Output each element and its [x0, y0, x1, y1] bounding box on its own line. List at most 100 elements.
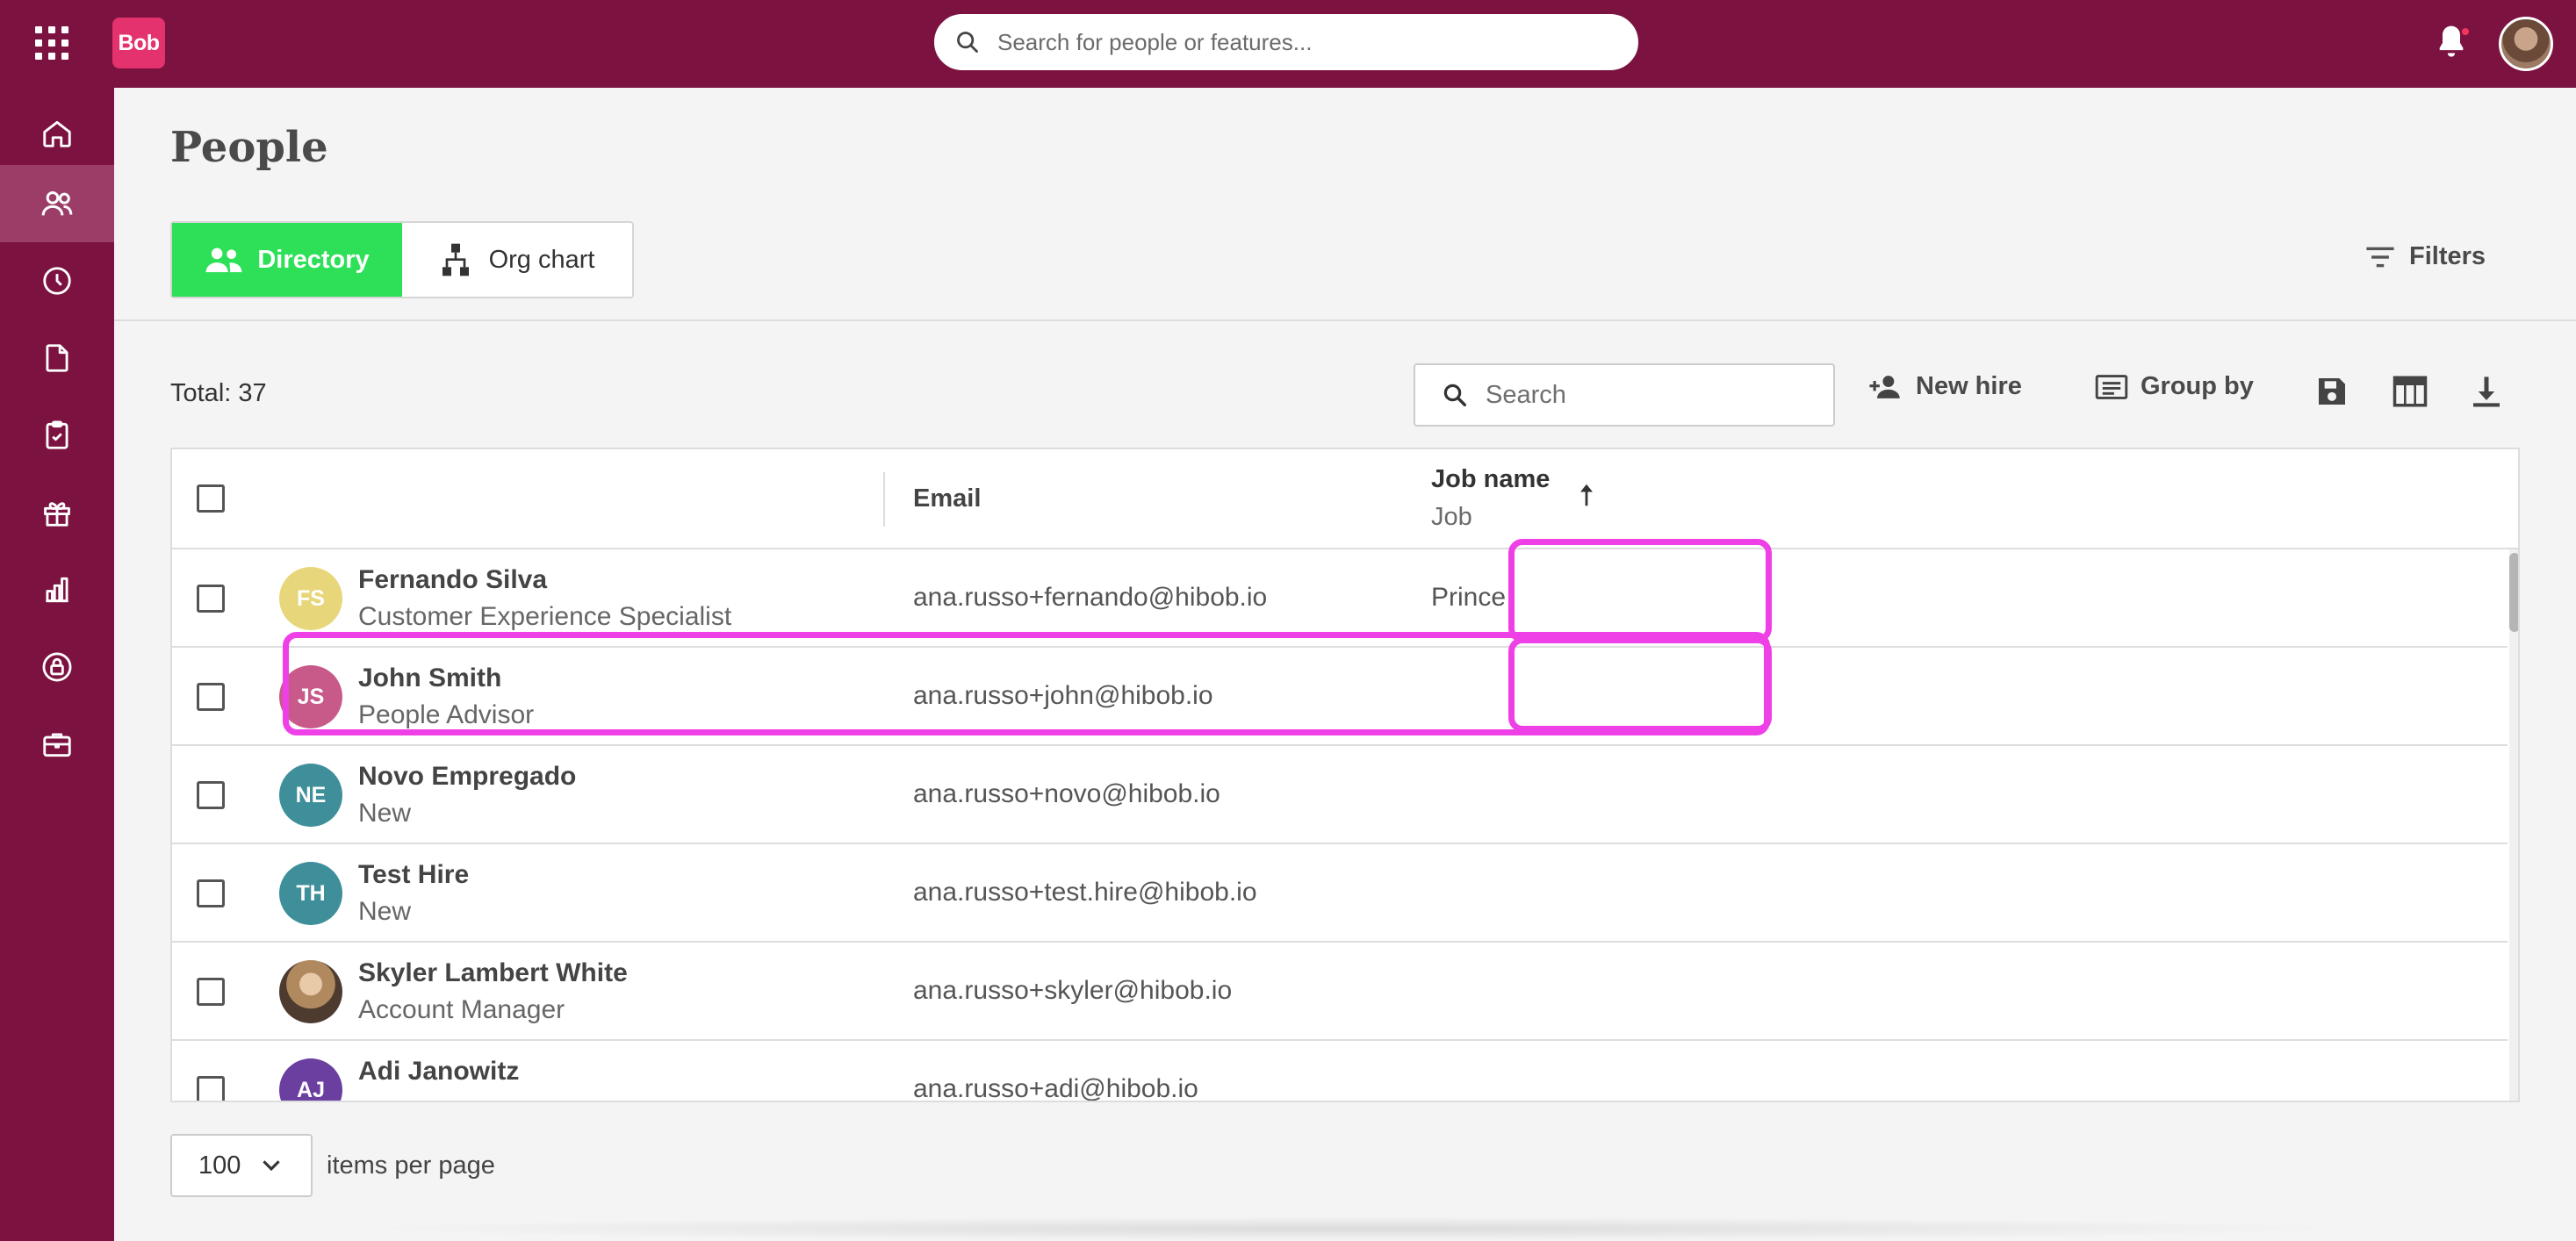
column-separator[interactable]	[883, 472, 885, 527]
total-count: Total: 37	[170, 379, 267, 407]
sidebar-item-home[interactable]	[0, 95, 114, 172]
employee-name[interactable]: Test Hire	[358, 860, 469, 890]
directory-label: Directory	[257, 245, 370, 274]
employee-name[interactable]: Adi Janowitz	[358, 1057, 519, 1087]
table-scrollbar[interactable]	[2509, 549, 2518, 1101]
row-checkbox[interactable]	[197, 978, 225, 1006]
section-divider	[114, 319, 2576, 321]
employee-email: ana.russo+john@hibob.io	[913, 681, 1213, 710]
download-icon	[2473, 377, 2500, 407]
notification-dot	[2460, 26, 2471, 37]
row-checkbox[interactable]	[197, 781, 225, 809]
briefcase-icon	[43, 733, 71, 757]
table-row[interactable]: Skyler Lambert White Account Manager ana…	[172, 943, 2508, 1041]
search-icon	[1443, 384, 1466, 406]
employee-job-name: Prince	[1431, 583, 1507, 612]
page-title: People	[170, 123, 328, 172]
employee-name[interactable]: Novo Empregado	[358, 762, 576, 792]
employee-email: ana.russo+adi@hibob.io	[913, 1074, 1198, 1102]
download-button[interactable]	[2469, 374, 2504, 413]
items-per-page-select[interactable]: 100	[170, 1134, 313, 1197]
directory-search-input[interactable]: Search	[1414, 363, 1835, 427]
table-row[interactable]: FS Fernando Silva Customer Experience Sp…	[172, 549, 2508, 648]
directory-search-placeholder: Search	[1486, 380, 1566, 409]
chevron-down-icon	[263, 1160, 281, 1172]
sidebar-item-time[interactable]	[0, 242, 114, 319]
save-view-button[interactable]	[2314, 374, 2349, 413]
table-row[interactable]: AJ Adi Janowitz ana.russo+adi@hibob.io	[172, 1041, 2508, 1102]
lock-icon	[42, 652, 72, 682]
add-person-icon	[1869, 375, 1900, 398]
new-hire-label: New hire	[1916, 372, 2022, 400]
group-by-icon	[2095, 374, 2128, 399]
table-columns-icon	[2393, 376, 2428, 407]
table-header: Email Job name Job	[172, 449, 2518, 549]
global-search-placeholder: Search for people or features...	[997, 28, 1313, 55]
filter-icon	[2366, 247, 2394, 267]
people-icon	[205, 247, 242, 273]
avatar: FS	[279, 567, 342, 630]
global-search-input[interactable]: Search for people or features...	[934, 14, 1638, 70]
row-checkbox[interactable]	[197, 585, 225, 613]
column-header-job-name[interactable]: Job name Job	[1431, 465, 1550, 532]
new-hire-button[interactable]: New hire	[1868, 372, 2022, 401]
scrollbar-thumb[interactable]	[2509, 553, 2518, 632]
employee-title: New	[358, 897, 412, 926]
people-table: Email Job name Job FS Fernando Silva Cus…	[170, 448, 2520, 1102]
sidebar-item-hiring[interactable]	[0, 706, 114, 783]
notifications-button[interactable]	[2434, 23, 2471, 66]
view-toggle: Directory Org chart	[170, 221, 634, 298]
sidebar-item-security[interactable]	[0, 628, 114, 706]
save-icon	[2319, 378, 2345, 405]
job-header-sublabel: Job	[1431, 503, 1472, 531]
sidebar-item-analytics[interactable]	[0, 551, 114, 628]
employee-email: ana.russo+skyler@hibob.io	[913, 976, 1233, 1005]
gift-icon	[44, 502, 70, 527]
avatar: JS	[279, 665, 342, 728]
row-checkbox[interactable]	[197, 879, 225, 907]
employee-email: ana.russo+test.hire@hibob.io	[913, 878, 1257, 907]
row-checkbox[interactable]	[197, 683, 225, 711]
apps-grid-icon[interactable]	[35, 26, 68, 60]
org-chart-icon	[442, 243, 469, 276]
columns-button[interactable]	[2392, 374, 2428, 413]
employee-email: ana.russo+novo@hibob.io	[913, 779, 1220, 808]
table-row[interactable]: JS John Smith People Advisor ana.russo+j…	[172, 648, 2508, 746]
org-chart-view-button[interactable]: Org chart	[402, 223, 632, 297]
items-per-page-label: items per page	[327, 1151, 495, 1180]
directory-view-button[interactable]: Directory	[172, 223, 402, 297]
avatar: TH	[279, 862, 342, 925]
sidebar-item-benefits[interactable]	[0, 474, 114, 551]
filters-button[interactable]: Filters	[2365, 242, 2486, 271]
group-by-label: Group by	[2141, 372, 2254, 400]
employee-name[interactable]: Fernando Silva	[358, 565, 547, 595]
sidebar-item-documents[interactable]	[0, 319, 114, 397]
filters-label: Filters	[2409, 242, 2486, 270]
analytics-icon	[46, 577, 68, 603]
home-icon	[43, 120, 71, 147]
main-content: People Directory Org chart Filters Total…	[114, 88, 2576, 1241]
select-all-checkbox[interactable]	[197, 484, 225, 513]
avatar-photo	[279, 960, 342, 1023]
user-avatar[interactable]	[2499, 17, 2553, 71]
column-header-email[interactable]: Email	[913, 484, 981, 513]
sidebar-item-tasks[interactable]	[0, 397, 114, 474]
employee-title: People Advisor	[358, 700, 535, 729]
employee-name[interactable]: John Smith	[358, 664, 501, 693]
items-per-page-value: 100	[198, 1151, 241, 1180]
sidebar	[0, 88, 114, 1241]
table-row[interactable]: NE Novo Empregado New ana.russo+novo@hib…	[172, 746, 2508, 844]
clock-icon	[43, 267, 71, 295]
employee-name[interactable]: Skyler Lambert White	[358, 958, 628, 988]
bob-logo[interactable]: Bob	[112, 18, 165, 68]
sort-ascending-icon[interactable]	[1577, 483, 1596, 512]
group-by-button[interactable]: Group by	[2095, 372, 2254, 401]
bottom-shadow	[342, 1216, 2362, 1241]
employee-email: ana.russo+fernando@hibob.io	[913, 583, 1268, 612]
sidebar-item-people[interactable]	[0, 165, 114, 242]
row-checkbox[interactable]	[197, 1076, 225, 1101]
avatar: NE	[279, 764, 342, 827]
table-row[interactable]: TH Test Hire New ana.russo+test.hire@hib…	[172, 844, 2508, 943]
clipboard-icon	[46, 420, 68, 449]
top-bar: Bob Search for people or features...	[0, 0, 2576, 88]
